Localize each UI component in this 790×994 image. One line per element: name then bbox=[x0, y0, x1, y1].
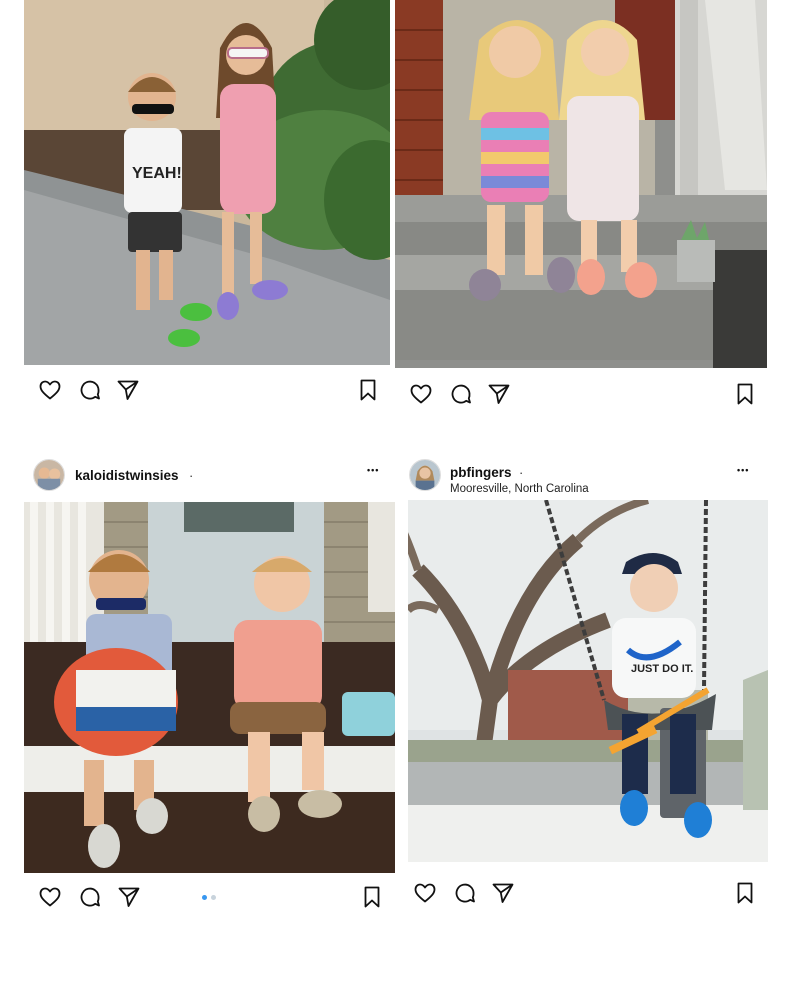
heart-icon[interactable] bbox=[36, 883, 64, 911]
bookmark-icon[interactable] bbox=[354, 376, 382, 404]
bookmark-icon[interactable] bbox=[731, 879, 759, 907]
bookmark-icon[interactable] bbox=[731, 380, 759, 408]
separator: · bbox=[519, 465, 524, 480]
heart-icon[interactable] bbox=[36, 376, 64, 404]
post-3: kaloidistwinsies · ••• bbox=[0, 455, 395, 925]
avatar[interactable] bbox=[409, 459, 441, 491]
post-header: pbfingers · Mooresville, North Carolina … bbox=[409, 459, 771, 495]
comment-icon[interactable] bbox=[447, 380, 475, 408]
shirt-text: JUST DO IT. bbox=[631, 663, 693, 675]
paper-plane-icon[interactable] bbox=[489, 879, 517, 907]
post-photo[interactable]: YEAH! bbox=[24, 0, 390, 365]
post-4: pbfingers · Mooresville, North Carolina … bbox=[395, 455, 790, 925]
paper-plane-icon[interactable] bbox=[485, 380, 513, 408]
location[interactable]: Mooresville, North Carolina bbox=[450, 483, 589, 495]
username[interactable]: pbfingers bbox=[450, 465, 512, 480]
separator: · bbox=[189, 468, 194, 483]
paper-plane-icon[interactable] bbox=[114, 376, 142, 404]
bookmark-icon[interactable] bbox=[358, 883, 386, 911]
shirt-text: YEAH! bbox=[132, 165, 182, 182]
username[interactable]: kaloidistwinsies bbox=[75, 468, 179, 483]
post-photo[interactable]: JUST DO IT. bbox=[408, 500, 768, 862]
comment-icon[interactable] bbox=[451, 879, 479, 907]
post-actions bbox=[36, 883, 388, 913]
paper-plane-icon[interactable] bbox=[115, 883, 143, 911]
post-photo[interactable] bbox=[395, 0, 767, 368]
post-1: YEAH! bbox=[0, 0, 395, 420]
more-options-icon[interactable]: ••• bbox=[367, 465, 379, 475]
more-options-icon[interactable]: ••• bbox=[737, 465, 749, 475]
post-photo[interactable] bbox=[24, 502, 395, 873]
post-actions bbox=[411, 879, 763, 909]
comment-icon[interactable] bbox=[76, 376, 104, 404]
post-header: kaloidistwinsies · ••• bbox=[33, 459, 395, 495]
heart-icon[interactable] bbox=[411, 879, 439, 907]
heart-icon[interactable] bbox=[407, 380, 435, 408]
post-actions bbox=[36, 376, 384, 406]
post-2 bbox=[395, 0, 790, 420]
post-actions bbox=[407, 380, 759, 410]
avatar[interactable] bbox=[33, 459, 65, 491]
comment-icon[interactable] bbox=[76, 883, 104, 911]
